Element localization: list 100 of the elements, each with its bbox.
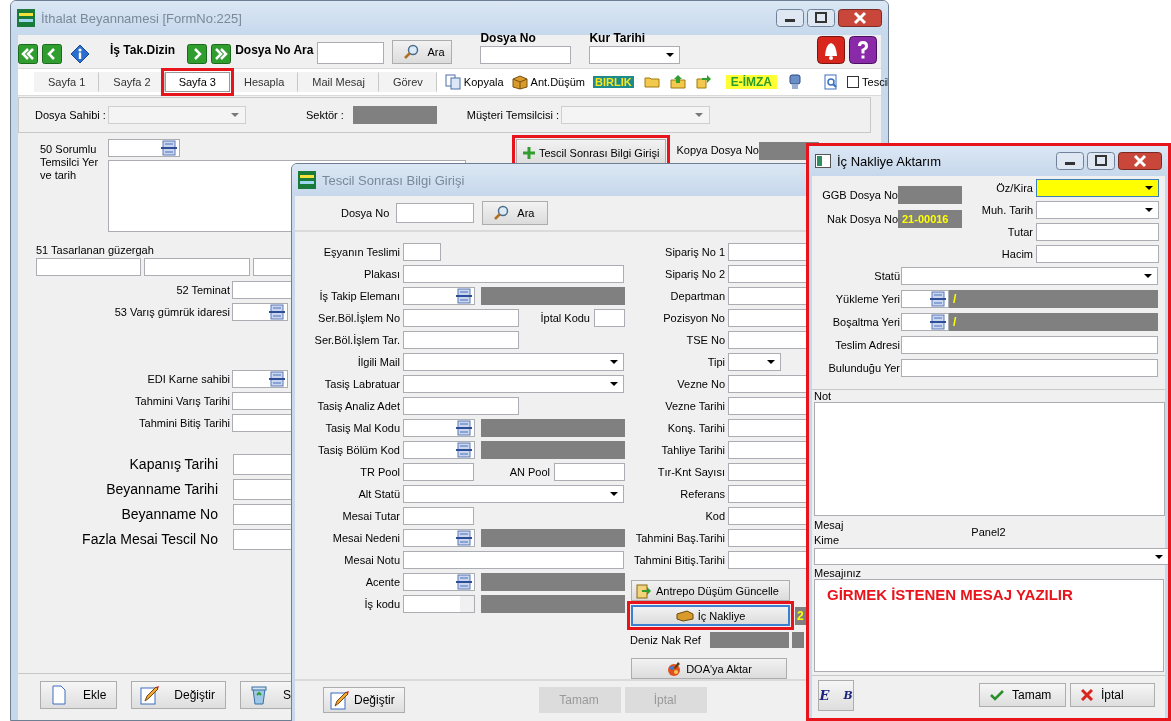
lookup-icon[interactable] xyxy=(456,574,472,590)
chevron-right-icon[interactable] xyxy=(187,44,208,64)
input-field[interactable] xyxy=(403,243,441,261)
input-field[interactable] xyxy=(728,309,808,327)
double-chevron-right-icon[interactable] xyxy=(211,44,232,64)
tab[interactable]: Görev xyxy=(378,72,437,92)
input-field[interactable] xyxy=(901,336,1158,354)
input-field[interactable] xyxy=(403,595,475,613)
input-field[interactable] xyxy=(728,375,808,393)
folder-up-arrow-icon[interactable] xyxy=(669,74,686,90)
folder-right-arrow-icon[interactable] xyxy=(695,74,712,90)
input-field[interactable] xyxy=(403,331,519,349)
input-field[interactable] xyxy=(1036,244,1159,263)
tab[interactable]: Sayfa 2 xyxy=(99,72,165,92)
dropdown-field[interactable] xyxy=(1036,178,1159,197)
lookup-icon[interactable] xyxy=(161,140,177,156)
input-field[interactable] xyxy=(728,529,808,547)
input-field[interactable] xyxy=(403,419,475,437)
input-field[interactable] xyxy=(728,419,808,437)
input-field[interactable] xyxy=(403,529,475,547)
input-field[interactable] xyxy=(728,507,808,525)
search-button[interactable]: Ara xyxy=(392,40,453,64)
dropdown-field[interactable] xyxy=(403,485,624,503)
input-field[interactable] xyxy=(232,369,288,388)
input-field[interactable] xyxy=(403,551,624,569)
input-field[interactable] xyxy=(728,441,808,459)
input-field[interactable] xyxy=(728,331,808,349)
input-field[interactable] xyxy=(728,265,808,283)
chevron-left-icon[interactable] xyxy=(42,44,62,64)
input-field[interactable] xyxy=(594,309,625,327)
dropdown-field[interactable] xyxy=(728,353,781,371)
transfer-button[interactable]: Ant.Düşüm xyxy=(511,74,586,90)
input-field[interactable] xyxy=(403,463,474,481)
input-field[interactable] xyxy=(901,359,1158,377)
input-field[interactable] xyxy=(403,265,624,283)
input-field[interactable] xyxy=(232,302,288,321)
edit-button[interactable]: Değiştir xyxy=(131,681,227,709)
input-field[interactable] xyxy=(403,573,475,591)
dropdown-field[interactable] xyxy=(403,353,624,371)
lookup-icon[interactable] xyxy=(456,420,472,436)
input-field[interactable] xyxy=(108,139,180,157)
search-button[interactable]: Ara xyxy=(482,201,549,225)
input-field[interactable] xyxy=(901,290,949,308)
input-field[interactable] xyxy=(403,287,475,305)
lookup-icon[interactable] xyxy=(930,314,946,330)
new-button[interactable]: Ekle xyxy=(40,681,118,709)
input-field[interactable] xyxy=(728,397,808,415)
maximize-button[interactable] xyxy=(1087,152,1115,170)
close-button[interactable] xyxy=(838,9,882,27)
double-chevron-left-icon[interactable] xyxy=(18,44,38,64)
input-field[interactable] xyxy=(901,313,949,331)
tab[interactable]: Mail Mesaj xyxy=(298,72,379,92)
input-field[interactable] xyxy=(144,258,250,276)
input-field[interactable] xyxy=(317,42,385,64)
input-field[interactable] xyxy=(403,507,474,525)
input-field[interactable] xyxy=(728,485,808,503)
lookup-icon[interactable] xyxy=(456,530,472,546)
preview-icon[interactable] xyxy=(823,74,840,90)
input-field[interactable] xyxy=(728,243,808,261)
input-field[interactable] xyxy=(403,309,519,327)
alarm-icon[interactable] xyxy=(817,36,845,64)
tab[interactable]: Hesapla xyxy=(229,72,299,92)
domestic-transport-button[interactable]: İç Nakliye xyxy=(631,605,790,626)
minimize-button[interactable] xyxy=(1056,152,1084,170)
export-button[interactable]: DOA'ya Aktar xyxy=(631,658,787,679)
lookup-icon[interactable] xyxy=(930,291,946,307)
device-icon[interactable] xyxy=(787,74,804,90)
input-field[interactable] xyxy=(728,287,808,305)
input-field[interactable] xyxy=(396,203,475,223)
folder-icon[interactable] xyxy=(643,74,660,90)
input-field[interactable] xyxy=(403,397,519,415)
minimize-button[interactable] xyxy=(776,9,804,27)
checkbox[interactable] xyxy=(847,76,860,88)
info-icon[interactable] xyxy=(70,44,90,64)
input-field[interactable] xyxy=(554,463,625,481)
input-field[interactable] xyxy=(36,258,141,276)
input-field[interactable] xyxy=(403,441,475,459)
input-field[interactable] xyxy=(728,551,808,569)
dropdown-field[interactable] xyxy=(901,267,1158,285)
dropdown-field[interactable] xyxy=(814,548,1168,565)
message-field[interactable]: GİRMEK İSTENEN MESAJ YAZILIR xyxy=(814,579,1164,672)
ok-button[interactable]: Tamam xyxy=(979,683,1066,707)
input-field[interactable] xyxy=(480,46,572,64)
dropdown-field[interactable] xyxy=(1036,200,1159,219)
input-field[interactable] xyxy=(728,463,808,481)
dropdown-field[interactable] xyxy=(589,46,681,64)
cancel-button[interactable]: İptal xyxy=(1070,683,1155,707)
lookup-icon[interactable] xyxy=(456,288,472,304)
edit-button[interactable]: Değiştir xyxy=(323,687,405,713)
lookup-icon[interactable] xyxy=(456,442,472,458)
maximize-button[interactable] xyxy=(807,9,835,27)
input-field[interactable] xyxy=(1036,222,1159,241)
copy-button[interactable]: Kopyala xyxy=(444,74,504,90)
lookup-icon[interactable] xyxy=(269,303,285,320)
lookup-icon[interactable] xyxy=(269,370,285,387)
dropdown-field[interactable] xyxy=(403,375,624,393)
close-button[interactable] xyxy=(1118,152,1162,170)
help-icon[interactable] xyxy=(849,36,877,64)
tab[interactable]: Sayfa 1 xyxy=(34,72,100,92)
warehouse-update-button[interactable]: Antrepo Düşüm Güncelle xyxy=(631,580,790,601)
